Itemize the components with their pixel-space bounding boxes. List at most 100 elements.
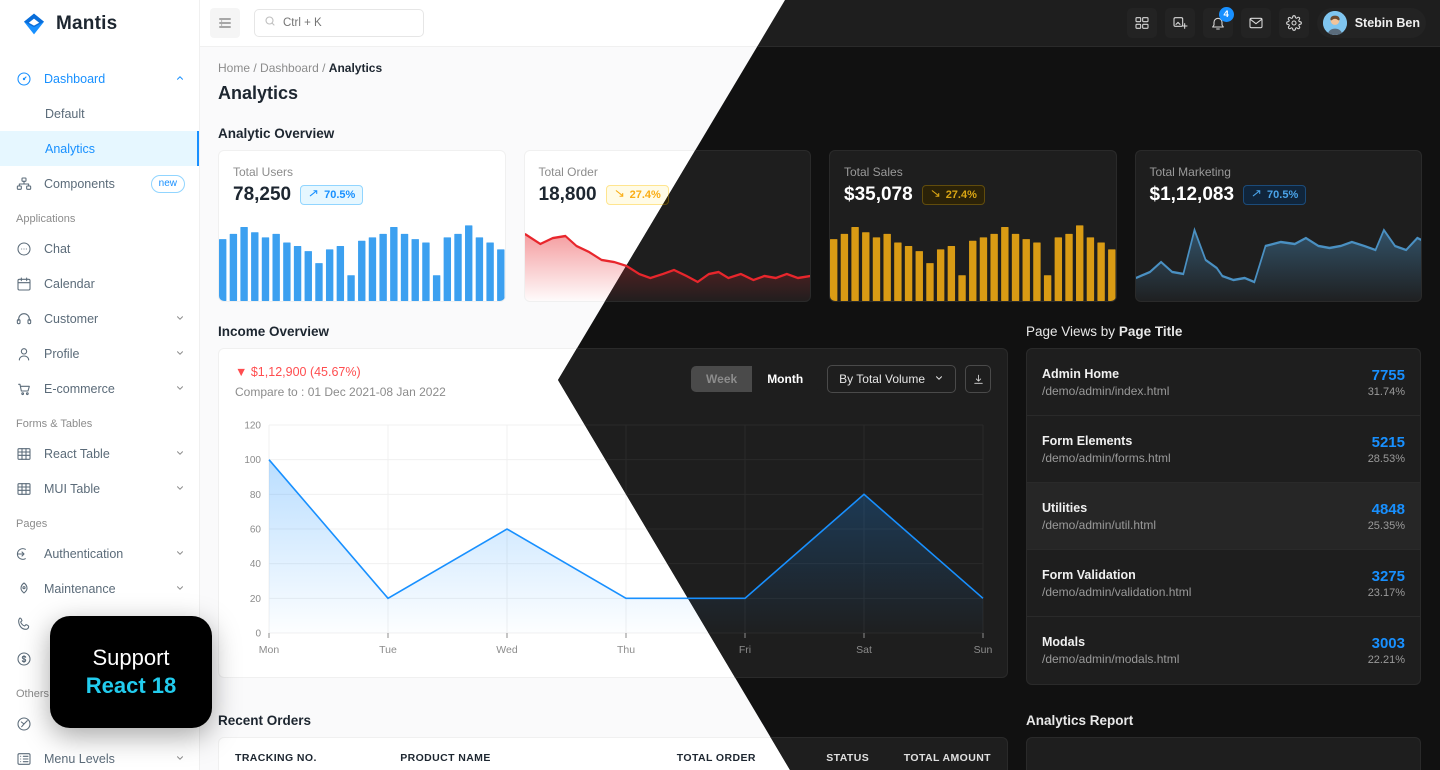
- page-view-percent: 25.35%: [1367, 519, 1405, 532]
- page-view-count: 3275: [1371, 567, 1405, 585]
- sidebar-item-label: Components: [44, 176, 115, 191]
- chevron-down-icon: [175, 483, 185, 495]
- sidebar-item-customer[interactable]: Customer: [0, 301, 199, 336]
- stat-value: 18,800: [538, 184, 597, 205]
- sidebar-item-label: Analytics: [45, 141, 96, 156]
- income-summary: ▼ $1,12,900 (45.67%) Compare to : 01 Dec …: [235, 365, 446, 399]
- sidebar-item-mui-table[interactable]: MUI Table: [0, 471, 199, 506]
- table-icon: [16, 481, 32, 497]
- sidebar-item-label: Customer: [44, 311, 99, 326]
- analytics-report-heading: Analytics Report: [1026, 713, 1134, 728]
- menu-levels-icon: [16, 751, 32, 767]
- page-view-url: /demo/admin/modals.html: [1042, 652, 1180, 666]
- search-input[interactable]: [283, 17, 414, 29]
- page-view-row[interactable]: Utilities/demo/admin/util.html 484825.35%: [1027, 483, 1420, 550]
- page-views-heading: Page Views by Page Title: [1026, 324, 1421, 339]
- mail-icon[interactable]: [1240, 8, 1271, 38]
- sidebar-item-label: Dashboard: [44, 71, 106, 86]
- image-add-icon[interactable]: [1164, 8, 1195, 38]
- search-box[interactable]: [254, 9, 424, 37]
- breadcrumb-sep: /: [253, 61, 257, 75]
- income-volume-select[interactable]: By Total Volume: [827, 365, 956, 393]
- breadcrumb-dashboard[interactable]: Dashboard: [260, 61, 319, 75]
- user-name: Stebin Ben: [1354, 16, 1420, 30]
- svg-text:40: 40: [250, 559, 262, 570]
- hamburger-menu-icon[interactable]: [210, 8, 240, 38]
- sidebar-item-menu-levels[interactable]: Menu Levels: [0, 741, 199, 770]
- sidebar-item-dashboard[interactable]: Dashboard: [0, 61, 199, 96]
- chevron-down-icon: [175, 548, 185, 560]
- sidebar-item-analytics[interactable]: Analytics: [0, 131, 199, 166]
- sidebar-item-default[interactable]: Default: [0, 96, 199, 131]
- income-period-toggle[interactable]: WeekMonth: [691, 366, 819, 392]
- page-view-row[interactable]: Form Validation/demo/admin/validation.ht…: [1027, 550, 1420, 617]
- grid-apps-icon[interactable]: [1126, 8, 1157, 38]
- stat-value: 78,250: [233, 184, 292, 205]
- sidebar-item-calendar[interactable]: Calendar: [0, 266, 199, 301]
- orders-column-header: TOTAL AMOUNT: [903, 752, 991, 764]
- page-view-metrics: 484825.35%: [1368, 501, 1405, 532]
- stat-card[interactable]: Total Users 78,250 70.5%: [218, 150, 506, 302]
- page-view-url: /demo/admin/util.html: [1042, 517, 1157, 532]
- shield-icon: [16, 716, 32, 732]
- chevron-down-icon: [175, 313, 185, 325]
- page-view-title: Modals: [1042, 635, 1086, 649]
- sidebar-item-chat[interactable]: Chat: [0, 231, 199, 266]
- brand[interactable]: Mantis: [0, 0, 199, 47]
- page-view-info: Utilities/demo/admin/util.html: [1042, 501, 1156, 532]
- sidebar-item-label: Maintenance: [44, 581, 116, 596]
- svg-text:20: 20: [250, 594, 262, 605]
- trend-down-icon: [614, 188, 625, 202]
- rocket-icon: [16, 581, 32, 597]
- chat-icon: [16, 241, 32, 257]
- breadcrumb-sep: /: [322, 61, 326, 75]
- income-segment-month[interactable]: Month: [752, 366, 819, 392]
- download-icon[interactable]: [965, 365, 991, 393]
- income-delta: ▼ $1,12,900 (45.67%): [235, 365, 446, 379]
- sidebar-new-badge: new: [150, 174, 185, 193]
- page-view-percent: 23.17%: [1367, 586, 1405, 599]
- sidebar-group-pages: Pages: [16, 518, 48, 530]
- table-icon: [16, 446, 32, 462]
- stat-label: Total Users: [233, 165, 294, 179]
- stat-row: $35,078 27.4%: [844, 184, 1102, 206]
- page-view-row[interactable]: Modals/demo/admin/modals.html 3003 22.21%: [1027, 617, 1420, 684]
- headset-icon: [16, 311, 32, 327]
- components-icon: [16, 176, 32, 192]
- income-segment-week[interactable]: Week: [691, 366, 753, 392]
- chevron-down-icon: [175, 383, 185, 395]
- stat-card[interactable]: Total Marketing $1,12,083 70.5%: [1134, 150, 1422, 302]
- breadcrumb-home[interactable]: Home: [218, 61, 250, 75]
- stat-delta-value: 27.4%: [945, 189, 977, 201]
- sidebar-item-label: Chat: [44, 241, 71, 256]
- page-view-row[interactable]: Form Elements/demo/admin/forms.html 52152…: [1027, 416, 1420, 483]
- sidebar-item-maintenance[interactable]: Maintenance: [0, 571, 199, 606]
- page-view-info: Modals/demo/admin/modals.html: [1042, 635, 1179, 666]
- sidebar-item-profile[interactable]: Profile: [0, 336, 199, 371]
- user-menu[interactable]: Stebin Ben: [1316, 8, 1426, 38]
- stat-delta-badge: 70.5%: [1243, 185, 1307, 205]
- sidebar-item-authentication[interactable]: Authentication: [0, 536, 199, 571]
- chevron-down-icon: [175, 753, 185, 765]
- page-view-row[interactable]: Admin Home/demo/admin/index.html 775531.7…: [1027, 349, 1420, 416]
- support-react18-badge[interactable]: Support React 18: [50, 616, 212, 728]
- page-view-metrics: 775531.74%: [1368, 367, 1405, 398]
- orders-column-header: STATUS: [826, 752, 870, 764]
- support-badge-line1: Support: [92, 645, 170, 670]
- svg-text:Thu: Thu: [617, 644, 635, 656]
- sidebar-item-label: E-commerce: [44, 381, 115, 396]
- stat-row: $1,12,083 70.5%: [1150, 184, 1408, 206]
- bell-notification-icon[interactable]: 4: [1202, 7, 1234, 38]
- sidebar-item-label: Calendar: [44, 276, 95, 291]
- gear-settings-icon[interactable]: [1278, 8, 1309, 38]
- stat-card[interactable]: Total Sales $35,078 27.4%: [829, 150, 1117, 302]
- page-view-title: Utilities: [1042, 500, 1088, 515]
- sidebar-item-label: React Table: [44, 446, 110, 461]
- sidebar-item-react-table[interactable]: React Table: [0, 436, 199, 471]
- sidebar-item-components[interactable]: Components new: [0, 166, 199, 201]
- sidebar-item-e-commerce[interactable]: E-commerce: [0, 371, 199, 406]
- calendar-icon: [16, 276, 32, 292]
- person-icon: [16, 346, 32, 362]
- notification-badge: 4: [1218, 7, 1234, 22]
- cart-icon: [16, 381, 32, 397]
